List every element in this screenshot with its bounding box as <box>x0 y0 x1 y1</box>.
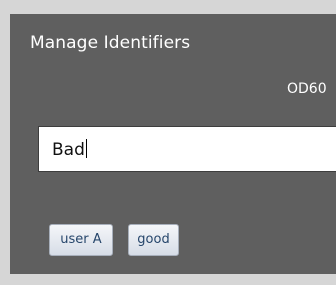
text-caret <box>85 139 87 158</box>
identifier-input[interactable]: Bad <box>38 126 336 172</box>
user-a-button[interactable]: user A <box>49 224 113 256</box>
good-button[interactable]: good <box>128 224 179 256</box>
dialog-frame: Manage Identifiers OD60 Bad user A good <box>0 0 336 285</box>
identifier-code-label: OD60 <box>287 81 327 97</box>
dialog-title: Manage Identifiers <box>30 33 191 53</box>
identifier-input-text[interactable]: Bad <box>52 139 87 160</box>
identifier-input-value: Bad <box>52 140 85 160</box>
